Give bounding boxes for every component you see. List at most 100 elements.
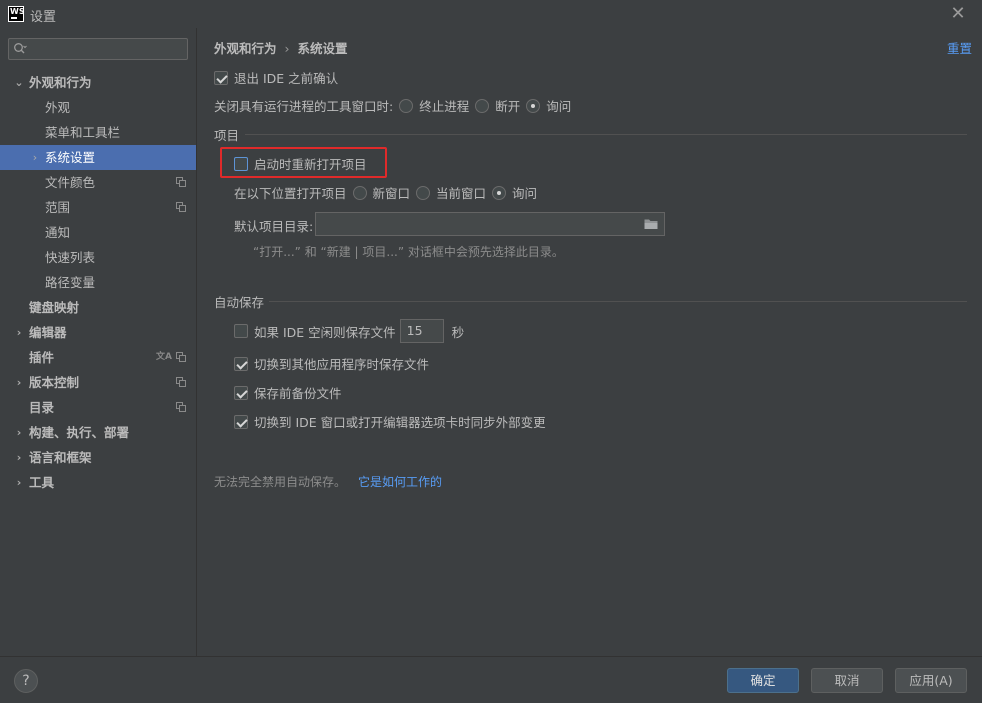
ok-button[interactable]: 确定 — [727, 668, 799, 693]
radio-ask-location-label[interactable]: 询问 — [512, 183, 537, 202]
backup-row[interactable]: 保存前备份文件 — [234, 383, 342, 402]
search-icon — [14, 43, 27, 54]
reopen-checkbox[interactable] — [234, 156, 248, 171]
sidebar-item[interactable]: 键盘映射 — [0, 295, 196, 320]
sidebar-item[interactable]: › 编辑器 — [0, 320, 196, 345]
confirm-exit-label: 退出 IDE 之前确认 — [234, 71, 339, 86]
sidebar-item[interactable]: ⌄ 外观和行为 — [0, 70, 196, 95]
chevron-right-icon[interactable]: › — [14, 320, 24, 345]
sidebar-item-label: 键盘映射 — [29, 300, 80, 315]
autosave-section-title: 自动保存 — [214, 295, 265, 310]
search-input[interactable] — [8, 38, 188, 60]
radio-current-window[interactable] — [416, 185, 431, 200]
chevron-right-icon[interactable]: › — [14, 445, 24, 470]
project-section-title: 项目 — [214, 128, 240, 143]
breadcrumb-parent[interactable]: 外观和行为 — [214, 41, 277, 56]
confirm-exit-checkbox[interactable] — [214, 70, 228, 85]
breadcrumb: 外观和行为 › 系统设置 — [214, 38, 348, 57]
sidebar-item[interactable]: › 版本控制 — [0, 370, 196, 395]
sync-checkbox[interactable] — [234, 414, 248, 429]
sidebar-item-label: 语言和框架 — [29, 450, 92, 465]
sidebar-item-label: 路径变量 — [45, 275, 96, 290]
reopen-row[interactable]: 启动时重新打开项目 — [234, 154, 367, 173]
autosave-section-divider — [269, 301, 967, 302]
sidebar-item-label: 通知 — [45, 225, 71, 240]
default-dir-hint: “打开...” 和 “新建 | 项目...” 对话框中会预先选择此目录。 — [253, 245, 564, 259]
sidebar-item[interactable]: 插件 文A — [0, 345, 196, 370]
radio-new-window[interactable] — [352, 185, 367, 200]
radio-ask-label[interactable]: 询问 — [546, 96, 571, 115]
radio-new-window-label[interactable]: 新窗口 — [373, 183, 411, 202]
idle-seconds-input[interactable]: 15 — [399, 319, 444, 343]
project-level-icon — [176, 377, 186, 387]
radio-disconnect[interactable] — [475, 98, 490, 113]
idle-save-label[interactable]: 如果 IDE 空闲则保存文件 — [254, 322, 396, 341]
sidebar-item[interactable]: 路径变量 — [0, 270, 196, 295]
reopen-label: 启动时重新打开项目 — [254, 157, 367, 172]
sidebar-item[interactable]: › 系统设置 — [0, 145, 196, 170]
radio-ask[interactable] — [526, 98, 541, 113]
sidebar-item-label: 系统设置 — [45, 150, 96, 165]
sidebar-item-label: 插件 — [29, 350, 55, 365]
open-location-label: 在以下位置打开项目 — [234, 186, 347, 201]
chevron-right-icon[interactable]: › — [30, 145, 40, 170]
chevron-right-icon[interactable]: › — [14, 470, 24, 495]
sidebar-item[interactable]: 文件颜色 — [0, 170, 196, 195]
breadcrumb-separator-icon: › — [284, 41, 290, 56]
reset-link[interactable]: 重置 — [947, 38, 972, 57]
confirm-exit-row[interactable]: 退出 IDE 之前确认 — [214, 68, 338, 87]
backup-label: 保存前备份文件 — [254, 386, 342, 401]
sidebar-item[interactable]: 目录 — [0, 395, 196, 420]
open-location-row: 在以下位置打开项目 新窗口 当前窗口 询问 — [234, 183, 537, 202]
radio-terminate-label[interactable]: 终止进程 — [419, 96, 469, 115]
chevron-down-icon[interactable]: ⌄ — [14, 70, 24, 95]
project-level-icon — [176, 177, 186, 187]
idle-seconds-unit: 秒 — [451, 324, 465, 340]
switch-app-checkbox[interactable] — [234, 356, 248, 371]
chevron-right-icon[interactable]: › — [14, 420, 24, 445]
sidebar-item-label: 范围 — [45, 200, 71, 215]
sidebar-item-label: 外观和行为 — [29, 75, 92, 90]
radio-ask-location[interactable] — [492, 185, 507, 200]
logo-text: WS — [10, 7, 25, 16]
cancel-button[interactable]: 取消 — [811, 668, 883, 693]
folder-icon[interactable] — [644, 218, 658, 230]
sidebar-item[interactable]: 范围 — [0, 195, 196, 220]
how-it-works-link[interactable]: 它是如何工作的 — [358, 475, 442, 489]
sidebar-item[interactable]: › 构建、执行、部署 — [0, 420, 196, 445]
autosave-note: 无法完全禁用自动保存。 它是如何工作的 — [214, 473, 442, 490]
chevron-right-icon[interactable]: › — [14, 370, 24, 395]
window-title: 设置 — [30, 10, 57, 25]
sidebar-item-label: 工具 — [29, 475, 55, 490]
project-level-icon — [176, 352, 186, 362]
idle-save-checkbox[interactable] — [234, 324, 248, 338]
idle-save-row: 如果 IDE 空闲则保存文件 15 秒 — [234, 319, 464, 343]
radio-disconnect-label[interactable]: 断开 — [495, 96, 520, 115]
close-icon[interactable]: ✕ — [948, 4, 968, 24]
sidebar-item[interactable]: › 工具 — [0, 470, 196, 495]
sync-row[interactable]: 切换到 IDE 窗口或打开编辑器选项卡时同步外部变更 — [234, 412, 546, 431]
backup-checkbox[interactable] — [234, 385, 248, 400]
help-button[interactable]: ? — [14, 669, 38, 693]
settings-tree: ⌄ 外观和行为外观菜单和工具栏 › 系统设置文件颜色范围通知快速列表路径变量键盘映射 ›… — [0, 70, 196, 495]
sidebar-item-label: 菜单和工具栏 — [45, 125, 121, 140]
sidebar-item-label: 目录 — [29, 400, 55, 415]
webstorm-logo-icon: WS — [8, 6, 25, 22]
default-dir-input[interactable] — [315, 212, 665, 236]
dialog-footer: ? 确定 取消 应用(A) — [0, 656, 982, 703]
default-dir-label: 默认项目目录: — [234, 219, 314, 234]
radio-current-window-label[interactable]: 当前窗口 — [436, 183, 486, 202]
sidebar-item[interactable]: 菜单和工具栏 — [0, 120, 196, 145]
sidebar-item-label: 版本控制 — [29, 375, 80, 390]
close-running-label: 关闭具有运行进程的工具窗口时: — [214, 99, 394, 114]
switch-app-label: 切换到其他应用程序时保存文件 — [254, 357, 430, 372]
apply-button[interactable]: 应用(A) — [895, 668, 967, 693]
sidebar-item[interactable]: 快速列表 — [0, 245, 196, 270]
radio-terminate[interactable] — [399, 98, 414, 113]
sidebar-item[interactable]: 通知 — [0, 220, 196, 245]
project-level-icon — [176, 202, 186, 212]
switch-app-row[interactable]: 切换到其他应用程序时保存文件 — [234, 354, 429, 373]
project-section-divider — [245, 134, 967, 135]
sidebar-item[interactable]: 外观 — [0, 95, 196, 120]
sidebar-item[interactable]: › 语言和框架 — [0, 445, 196, 470]
